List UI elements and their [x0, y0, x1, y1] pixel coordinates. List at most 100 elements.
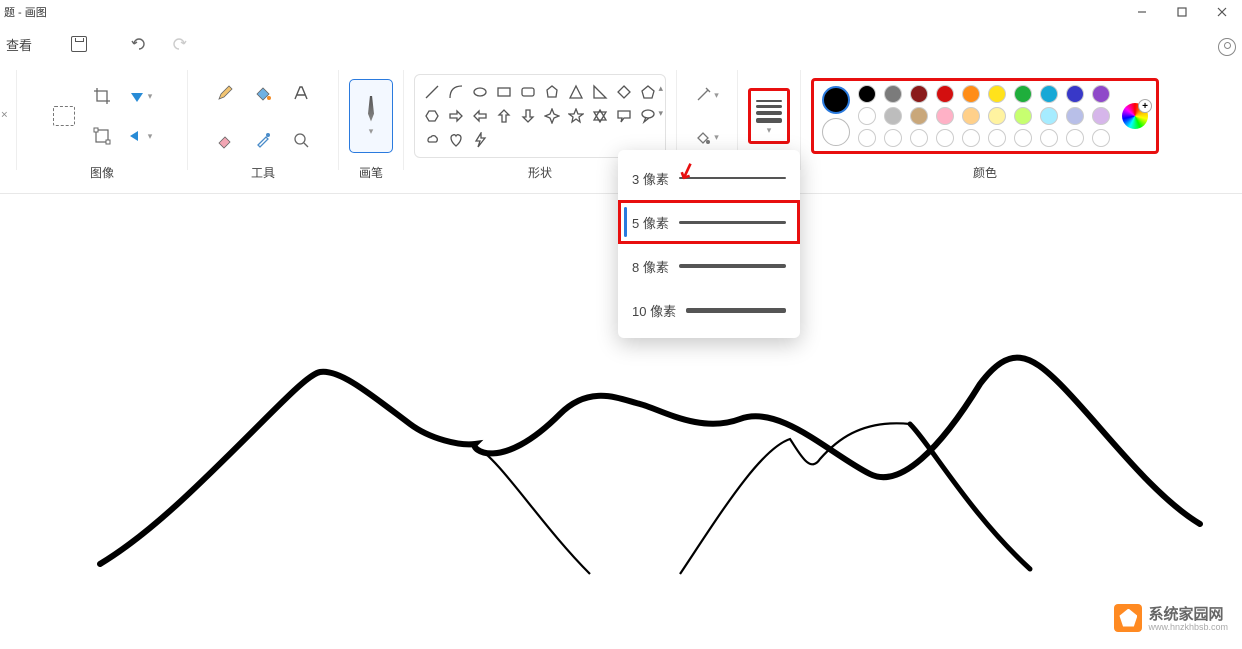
resize-button[interactable]: [84, 118, 120, 154]
color-swatch[interactable]: [858, 129, 876, 147]
color-swatch[interactable]: [936, 85, 954, 103]
text-button[interactable]: [283, 75, 319, 111]
color-swatch[interactable]: [1040, 129, 1058, 147]
shape-star5-icon[interactable]: [567, 107, 585, 125]
color-swatch[interactable]: [988, 129, 1006, 147]
color-swatch[interactable]: [884, 107, 902, 125]
magnifier-button[interactable]: [283, 122, 319, 158]
shape-right-triangle-icon[interactable]: [591, 83, 609, 101]
color-swatch[interactable]: [1014, 85, 1032, 103]
select-button[interactable]: [46, 98, 82, 134]
chevron-down-icon: ▾: [714, 90, 719, 101]
color-swatch[interactable]: [1066, 85, 1084, 103]
close-button[interactable]: [1202, 0, 1242, 24]
window-title: 题 - 画图: [4, 4, 1238, 20]
color1-swatch[interactable]: [822, 86, 850, 114]
shape-outline-button[interactable]: ▾: [687, 81, 727, 109]
color-swatch[interactable]: [936, 107, 954, 125]
color-swatch[interactable]: [962, 129, 980, 147]
color-swatch[interactable]: [988, 107, 1006, 125]
shape-roundrect-icon[interactable]: [519, 83, 537, 101]
shape-diamond-icon[interactable]: [615, 83, 633, 101]
color-picker-button[interactable]: [245, 122, 281, 158]
size-option-label: 5 像素: [632, 213, 669, 232]
color-swatch[interactable]: [936, 129, 954, 147]
fill-button[interactable]: [245, 75, 281, 111]
color-swatch[interactable]: [884, 129, 902, 147]
color-swatch[interactable]: [910, 107, 928, 125]
color2-swatch[interactable]: [822, 118, 850, 146]
group-image: ▾ ▾ 图像: [21, 70, 183, 181]
color-swatch[interactable]: [1040, 107, 1058, 125]
group-label-image: 图像: [90, 164, 114, 181]
redo-button[interactable]: [162, 27, 196, 61]
shape-curve-icon[interactable]: [447, 83, 465, 101]
shape-callout-cloud-icon[interactable]: [423, 131, 441, 149]
color-swatch[interactable]: [1066, 129, 1084, 147]
shapes-scroll[interactable]: ▴▾: [658, 83, 663, 119]
group-label-shapes: 形状: [528, 164, 552, 181]
size-option[interactable]: 5 像素: [618, 200, 800, 244]
flip-button[interactable]: ▾: [122, 118, 158, 154]
brush-button[interactable]: ▾: [349, 79, 393, 153]
color-swatch[interactable]: [1040, 85, 1058, 103]
color-swatch[interactable]: [962, 107, 980, 125]
color-swatch[interactable]: [988, 85, 1006, 103]
shape-star6-icon[interactable]: [591, 107, 609, 125]
shape-arrow-left-icon[interactable]: [471, 107, 489, 125]
shape-oval-icon[interactable]: [471, 83, 489, 101]
window-controls: [1122, 0, 1242, 24]
shape-pentagon-icon[interactable]: [639, 83, 657, 101]
size-button[interactable]: ▾: [748, 88, 790, 144]
shape-arrow-up-icon[interactable]: [495, 107, 513, 125]
account-icon[interactable]: [1218, 38, 1236, 56]
size-option-label: 8 像素: [632, 257, 669, 276]
colors-panel: [811, 78, 1159, 154]
color-swatch[interactable]: [884, 85, 902, 103]
group-brushes: ▾ 画笔: [343, 70, 399, 181]
color-swatch[interactable]: [910, 85, 928, 103]
shape-callout-round-icon[interactable]: [639, 107, 657, 125]
shapes-gallery[interactable]: ▴▾: [414, 74, 666, 158]
shape-fill-button[interactable]: ▾: [687, 123, 727, 151]
shape-rect-icon[interactable]: [495, 83, 513, 101]
shape-triangle-icon[interactable]: [567, 83, 585, 101]
size-option[interactable]: 3 像素: [618, 156, 800, 200]
shape-lightning-icon[interactable]: [471, 131, 489, 149]
shape-arrow-down-icon[interactable]: [519, 107, 537, 125]
shape-hexagon-icon[interactable]: [423, 107, 441, 125]
color-swatch[interactable]: [1066, 107, 1084, 125]
size-option[interactable]: 8 像素: [618, 244, 800, 288]
shape-callout-rect-icon[interactable]: [615, 107, 633, 125]
minimize-button[interactable]: [1122, 0, 1162, 24]
color-swatch[interactable]: [1092, 107, 1110, 125]
group-tools: 工具: [192, 70, 334, 181]
color-swatch[interactable]: [858, 85, 876, 103]
size-option[interactable]: 10 像素: [618, 288, 800, 332]
maximize-button[interactable]: [1162, 0, 1202, 24]
brush-icon: [366, 96, 376, 122]
pencil-button[interactable]: [207, 75, 243, 111]
size-preview-bar: [686, 308, 786, 313]
rotate-button[interactable]: ▾: [122, 78, 158, 114]
shape-polygon-icon[interactable]: [543, 83, 561, 101]
undo-button[interactable]: [122, 27, 156, 61]
color-swatch[interactable]: [1014, 129, 1032, 147]
shape-line-icon[interactable]: [423, 83, 441, 101]
shape-star4-icon[interactable]: [543, 107, 561, 125]
color-swatch[interactable]: [1092, 129, 1110, 147]
shape-heart-icon[interactable]: [447, 131, 465, 149]
color-swatch[interactable]: [858, 107, 876, 125]
shape-arrow-right-icon[interactable]: [447, 107, 465, 125]
eraser-button[interactable]: [207, 122, 243, 158]
view-tab[interactable]: 查看: [2, 27, 36, 61]
save-button[interactable]: [62, 27, 96, 61]
crop-button[interactable]: [84, 78, 120, 114]
color-swatch[interactable]: [1092, 85, 1110, 103]
color-palette: [858, 85, 1114, 147]
color-swatch[interactable]: [910, 129, 928, 147]
clipboard-button-fragment[interactable]: [0, 98, 12, 134]
color-swatch[interactable]: [1014, 107, 1032, 125]
color-swatch[interactable]: [962, 85, 980, 103]
edit-colors-button[interactable]: [1122, 103, 1148, 129]
